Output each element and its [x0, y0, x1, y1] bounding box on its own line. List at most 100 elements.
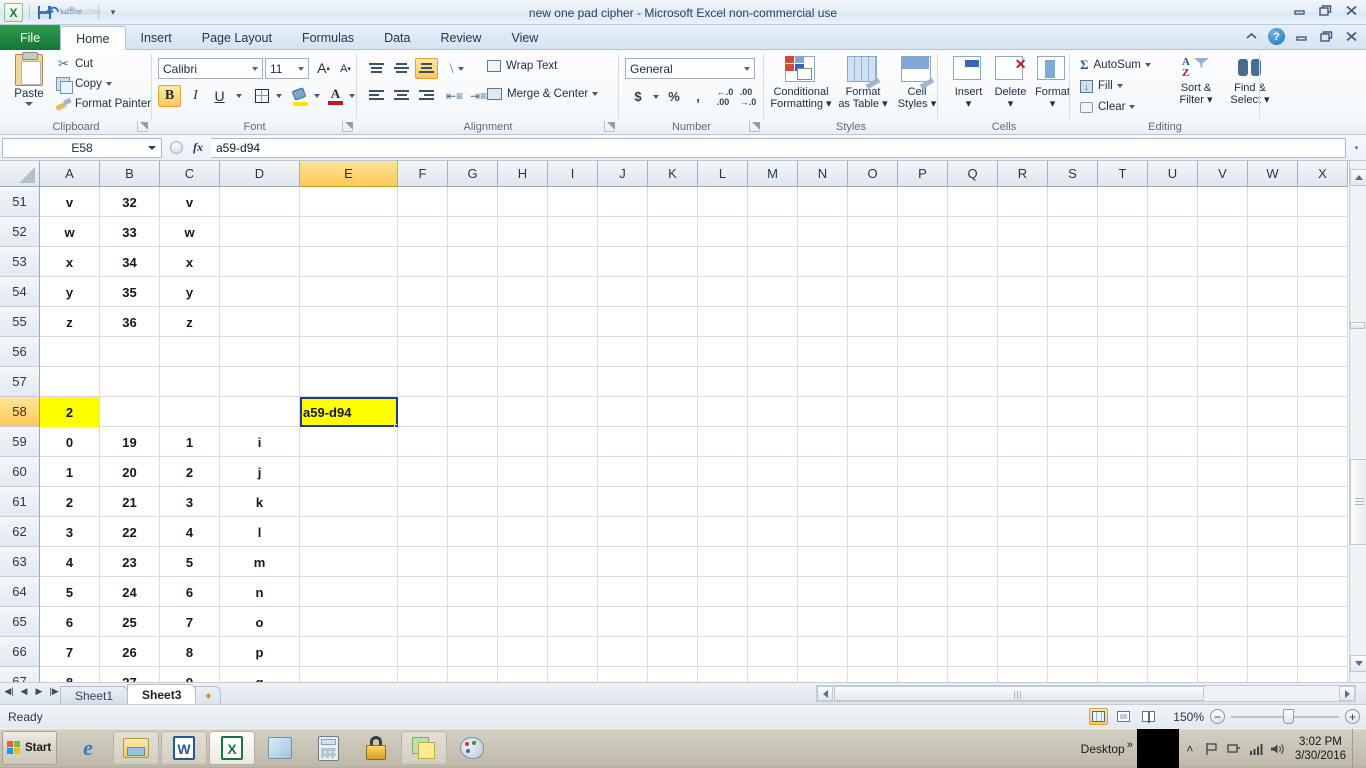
cell-t64[interactable]	[1098, 577, 1148, 607]
cell-c65[interactable]: 7	[160, 607, 220, 637]
cell-d62[interactable]: l	[220, 517, 300, 547]
show-desktop-button[interactable]	[1352, 729, 1366, 768]
network-icon[interactable]	[1223, 737, 1245, 761]
chevron-down-icon[interactable]	[1144, 63, 1151, 67]
cell-l57[interactable]	[698, 367, 748, 397]
cell-w62[interactable]	[1248, 517, 1298, 547]
cell-i66[interactable]	[548, 637, 598, 667]
cell-q51[interactable]	[948, 187, 998, 217]
chevron-down-icon[interactable]	[457, 66, 464, 71]
tab-file[interactable]: File	[0, 25, 61, 50]
cell-n53[interactable]	[798, 247, 848, 277]
copy-button[interactable]: Copy	[56, 77, 151, 94]
cell-c63[interactable]: 5	[160, 547, 220, 577]
cell-l64[interactable]	[698, 577, 748, 607]
toolbar-overflow-icon[interactable]: »	[1127, 739, 1133, 751]
cell-m65[interactable]	[748, 607, 798, 637]
cell-l66[interactable]	[698, 637, 748, 667]
cell-b53[interactable]: 34	[100, 247, 160, 277]
cell-l59[interactable]	[698, 427, 748, 457]
cell-q56[interactable]	[948, 337, 998, 367]
cell-r56[interactable]	[998, 337, 1048, 367]
cell-o51[interactable]	[848, 187, 898, 217]
decrease-font-size-button[interactable]: A ▾	[334, 58, 357, 80]
cell-v58[interactable]	[1198, 397, 1248, 427]
cell-h64[interactable]	[498, 577, 548, 607]
chevron-down-icon[interactable]	[744, 66, 750, 71]
cell-d51[interactable]	[220, 187, 300, 217]
cell-a52[interactable]: w	[40, 217, 100, 247]
cell-t66[interactable]	[1098, 637, 1148, 667]
cell-l53[interactable]	[698, 247, 748, 277]
cell-c67[interactable]: 9	[160, 667, 220, 682]
cell-k62[interactable]	[648, 517, 698, 547]
minimize-workbook-button[interactable]	[1293, 29, 1310, 44]
cell-p54[interactable]	[898, 277, 948, 307]
cell-q63[interactable]	[948, 547, 998, 577]
chevron-down-icon[interactable]	[276, 94, 282, 98]
cell-n61[interactable]	[798, 487, 848, 517]
cell-p53[interactable]	[898, 247, 948, 277]
cell-r59[interactable]	[998, 427, 1048, 457]
taskbar-item-excel[interactable]: X	[209, 731, 255, 765]
cell-j59[interactable]	[598, 427, 648, 457]
row-header-58[interactable]: 58	[0, 397, 40, 427]
cell-e51[interactable]	[300, 187, 398, 217]
cell-n56[interactable]	[798, 337, 848, 367]
cell-v53[interactable]	[1198, 247, 1248, 277]
cell-u66[interactable]	[1148, 637, 1198, 667]
cell-e66[interactable]	[300, 637, 398, 667]
cell-l55[interactable]	[698, 307, 748, 337]
cell-f52[interactable]	[398, 217, 448, 247]
sort-filter-button[interactable]: A Z Sort & Filter ▾	[1170, 56, 1222, 106]
cell-u59[interactable]	[1148, 427, 1198, 457]
cell-l67[interactable]	[698, 667, 748, 682]
cell-j60[interactable]	[598, 457, 648, 487]
cell-s60[interactable]	[1048, 457, 1098, 487]
cell-p56[interactable]	[898, 337, 948, 367]
cell-q61[interactable]	[948, 487, 998, 517]
chevron-down-icon[interactable]	[298, 66, 304, 71]
cell-h51[interactable]	[498, 187, 548, 217]
cell-i57[interactable]	[548, 367, 598, 397]
cell-k66[interactable]	[648, 637, 698, 667]
vertical-scrollbar[interactable]	[1349, 161, 1366, 682]
cell-l63[interactable]	[698, 547, 748, 577]
chevron-down-icon[interactable]	[105, 82, 112, 86]
borders-button[interactable]	[250, 85, 273, 107]
cell-r60[interactable]	[998, 457, 1048, 487]
cell-x63[interactable]	[1298, 547, 1348, 577]
cell-f64[interactable]	[398, 577, 448, 607]
cell-w51[interactable]	[1248, 187, 1298, 217]
cell-n60[interactable]	[798, 457, 848, 487]
cell-q52[interactable]	[948, 217, 998, 247]
cell-d55[interactable]	[220, 307, 300, 337]
cell-d57[interactable]	[220, 367, 300, 397]
column-header-v[interactable]: V	[1198, 161, 1248, 187]
cell-h63[interactable]	[498, 547, 548, 577]
cell-g62[interactable]	[448, 517, 498, 547]
cell-t58[interactable]	[1098, 397, 1148, 427]
cell-l58[interactable]	[698, 397, 748, 427]
cell-w55[interactable]	[1248, 307, 1298, 337]
cell-v63[interactable]	[1198, 547, 1248, 577]
cell-d65[interactable]: o	[220, 607, 300, 637]
cell-f57[interactable]	[398, 367, 448, 397]
cell-s59[interactable]	[1048, 427, 1098, 457]
cell-b55[interactable]: 36	[100, 307, 160, 337]
cell-p65[interactable]	[898, 607, 948, 637]
cell-k55[interactable]	[648, 307, 698, 337]
cell-l60[interactable]	[698, 457, 748, 487]
cell-m64[interactable]	[748, 577, 798, 607]
cell-r51[interactable]	[998, 187, 1048, 217]
cell-s65[interactable]	[1048, 607, 1098, 637]
cell-f51[interactable]	[398, 187, 448, 217]
cell-b61[interactable]: 21	[100, 487, 160, 517]
cell-b54[interactable]: 35	[100, 277, 160, 307]
cell-s52[interactable]	[1048, 217, 1098, 247]
page-break-view-button[interactable]	[1139, 708, 1158, 725]
cell-a57[interactable]	[40, 367, 100, 397]
zoom-out-button[interactable]: −	[1210, 709, 1225, 724]
orientation-button[interactable]: ⧵	[445, 58, 468, 79]
cell-x57[interactable]	[1298, 367, 1348, 397]
